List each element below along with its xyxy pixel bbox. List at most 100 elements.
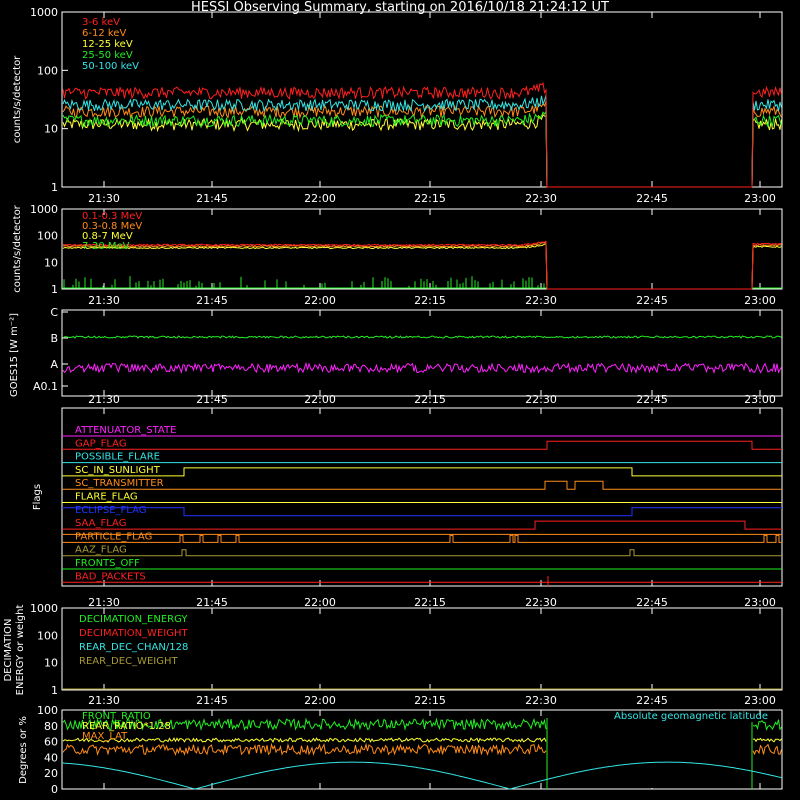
time-tick-label-panel3: 22:30 [525,393,557,406]
panel5-legend-entry: DECIMATION_ENERGY [79,614,188,625]
time-tick-label-panel2: 21:30 [88,294,120,307]
panel3-series-line [62,361,782,374]
time-tick-label-panel3: 21:30 [88,393,120,406]
flag-row-label: SC_IN_SUNLIGHT [75,465,161,476]
time-tick-label-flags: 22:45 [636,596,668,609]
panel5-ytick-label: 10 [44,657,58,670]
panel1-ytick-label: 1 [51,181,58,194]
flag-row-label: SAA_FLAG [75,518,126,529]
time-tick-label-panel1: 21:45 [196,192,228,205]
panel2-ylabel: counts/s/detector [12,204,23,292]
panel5-legend-entry: REAR_DEC_CHAN/128 [79,642,188,653]
panel3-ylabel: GOES15 [W m⁻²] [9,313,20,397]
panel6-ytick-label: 40 [44,751,58,764]
time-tick-label-flags: 21:45 [196,596,228,609]
time-tick-label-panel3: 22:15 [414,393,446,406]
panel2-ytick-label: 1 [51,283,58,296]
panel3-ytick-label: A [50,358,58,371]
panel3-ytick-label: A0.1 [33,380,58,393]
panel2-series-line [62,242,782,290]
time-tick-label-panel1: 22:15 [414,192,446,205]
flag-row-label: SC_TRANSMITTER [75,478,164,489]
panel2-legend-entry: 7-20 MeV [82,241,130,252]
panel1-legend-entry: 6-12 keV [82,28,126,39]
time-tick-label-panel2: 22:45 [636,294,668,307]
flag-row-label: ATTENUATOR_STATE [75,425,176,436]
time-tick-label-panel3: 21:45 [196,393,228,406]
panel5-ylabel-line2: ENERGY or weight [15,605,26,696]
panel2-series-line [62,240,782,290]
panel6-annotation: Absolute geomagnetic latitude [614,711,768,722]
time-tick-label-panel2: 23:00 [744,294,776,307]
panel5-legend-entry: DECIMATION_WEIGHT [79,628,188,639]
time-tick-label-flags: 22:15 [414,596,446,609]
panel5-ylabel-line1: DECIMATION [3,618,14,681]
flag-row-line [62,549,782,557]
panel3-ytick-label: B [50,332,58,345]
panel1-frame [61,11,783,188]
panel2-series-line [62,276,782,289]
panel6-legend-entry: MAX_LAT [82,731,128,742]
time-tick-label-panel2: 22:30 [525,294,557,307]
flag-row-label: GAP_FLAG [75,438,127,449]
panel6-ytick-label: 60 [44,736,58,749]
panel2-ytick-label: 100 [37,230,58,243]
flag-row-label: FLARE_FLAG [75,492,138,503]
panel6-ytick-label: 0 [51,783,58,796]
time-tick-label-panel1: 23:00 [744,192,776,205]
flag-row-line [62,440,782,450]
panel1-series-line [62,94,782,188]
flag-row-label: PARTICLE_FLAG [75,531,152,542]
panel5-ytick-label: 1000 [30,602,58,615]
time-tick-label-flags: 21:30 [88,596,120,609]
flag-row-line [62,480,782,490]
time-tick-label-panel5: 23:00 [744,694,776,707]
flag-row-label: FRONTS_OFF [75,558,140,569]
panel1-ylabel: counts/s/detector [12,55,23,143]
time-tick-label-panel2: 21:45 [196,294,228,307]
time-tick-label-panel5: 22:30 [525,694,557,707]
flag-row-line [62,520,782,530]
time-tick-label-panel1: 21:30 [88,192,120,205]
panel3-ytick-label: C [50,306,58,319]
time-tick-label-panel1: 22:30 [525,192,557,205]
time-tick-label-flags: 22:30 [525,596,557,609]
flag-row-line [62,534,782,543]
flags-ylabel: Flags [32,484,43,510]
panel5-legend-entry: REAR_DEC_WEIGHT [79,656,178,667]
time-tick-label-panel1: 22:00 [304,192,336,205]
time-tick-label-panel3: 23:00 [744,393,776,406]
panel1-ytick-label: 1000 [30,6,58,19]
time-tick-label-panel5: 22:00 [304,694,336,707]
panel2-frame [61,208,783,290]
panel2-ytick-label: 10 [44,256,58,269]
flag-row-line [62,467,782,477]
panel3-frame [61,309,783,397]
time-tick-label-panel5: 21:45 [196,694,228,707]
time-tick-label-panel5: 22:45 [636,694,668,707]
flag-row-line [62,507,782,517]
panel1-series-line [62,100,782,188]
time-tick-label-panel5: 22:15 [414,694,446,707]
panel5-ytick-label: 1 [51,684,58,697]
time-tick-label-panel2: 22:00 [304,294,336,307]
panel1-legend-entry: 50-100 keV [82,61,139,72]
panel1-ytick-label: 10 [44,123,58,136]
panel1-legend-entry: 25-50 keV [82,50,133,61]
panel5-ytick-label: 100 [37,629,58,642]
panel1-legend-entry: 12-25 keV [82,39,133,50]
time-tick-label-flags: 22:00 [304,596,336,609]
panel1-ytick-label: 100 [37,64,58,77]
panel1-series-line [62,81,782,188]
panel6-ylabel: Degrees or % [18,716,29,784]
flag-row-label: AAZ_FLAG [75,545,127,556]
flag-row-label: ECLIPSE_FLAG [75,505,146,516]
panel2-series-line [62,243,782,290]
summary-plot: 1101001000counts/s/detector21:30 21:45 22:… [3,6,783,796]
flag-row-label: BAD_PACKETS [75,571,146,582]
time-tick-label-panel1: 22:45 [636,192,668,205]
time-tick-label-panel3: 22:45 [636,393,668,406]
panel6-ytick-label: 100 [37,704,58,717]
flag-row-label: POSSIBLE_FLARE [75,452,160,463]
panel1-legend-entry: 3-6 keV [82,17,120,28]
